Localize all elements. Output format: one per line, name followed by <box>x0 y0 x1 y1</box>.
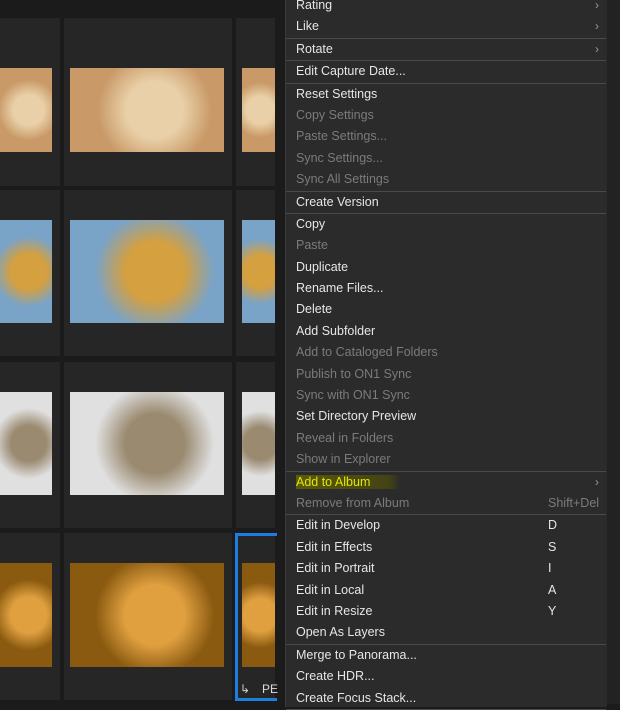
menu-item-delete[interactable]: Delete <box>286 299 607 320</box>
menu-item-set-directory-preview[interactable]: Set Directory Preview <box>286 406 607 427</box>
chevron-right-icon: › <box>595 474 599 489</box>
menu-item-rename-files[interactable]: Rename Files... <box>286 278 607 299</box>
thumbnail-image[interactable] <box>0 68 52 152</box>
context-menu: Rating › Like › Rotate › Edit Capture Date... R… <box>285 0 607 710</box>
menu-item-label: Edit in Develop <box>296 518 381 533</box>
chevron-right-icon: › <box>595 19 599 34</box>
menu-item-label: Reveal in Folders <box>296 430 394 445</box>
menu-item-edit-in-portrait[interactable]: Edit in Portrait I <box>286 558 607 579</box>
menu-item-label: Reset Settings <box>296 86 378 101</box>
menu-item-label: Paste Settings... <box>296 129 388 144</box>
thumbnail-image[interactable] <box>242 392 275 495</box>
menu-item-label: Remove from Album <box>296 495 410 510</box>
menu-item-label: Rotate <box>296 41 333 56</box>
thumbnail-image[interactable] <box>70 563 224 667</box>
selected-thumbnail-border[interactable] <box>235 533 277 701</box>
thumbnail-image[interactable] <box>0 392 52 495</box>
corner-arrow-icon: ↳ <box>240 682 251 696</box>
menu-item-label: Create Focus Stack... <box>296 690 417 705</box>
menu-item-label: Open As Layers <box>296 625 385 640</box>
menu-item-copy[interactable]: Copy <box>286 214 607 235</box>
menu-item-label: Edit in Resize <box>296 603 373 618</box>
menu-item-publish-to-on1-sync: Publish to ON1 Sync <box>286 364 607 385</box>
menu-item-edit-in-resize[interactable]: Edit in Resize Y <box>286 601 607 622</box>
thumbnail-image[interactable] <box>242 220 275 323</box>
thumbnail-image[interactable] <box>70 392 224 495</box>
menu-item-edit-capture-date[interactable]: Edit Capture Date... <box>286 61 607 82</box>
menu-item-like[interactable]: Like › <box>286 16 607 37</box>
menu-item-paste-settings: Paste Settings... <box>286 126 607 147</box>
menu-item-label: Set Directory Preview <box>296 409 417 424</box>
menu-item-add-subfolder[interactable]: Add Subfolder <box>286 321 607 342</box>
menu-item-label: Add Subfolder <box>296 323 376 338</box>
chevron-right-icon: › <box>595 0 599 12</box>
menu-item-show-in-explorer: Show in Explorer <box>286 449 607 470</box>
menu-item-label: Edit Capture Date... <box>296 64 406 79</box>
thumbnail-image[interactable] <box>0 563 52 667</box>
menu-item-label: Show in Explorer <box>296 452 391 467</box>
menu-item-label: Sync Settings... <box>296 150 383 165</box>
shortcut-label: Shift+Del <box>548 495 600 510</box>
thumbnail-image[interactable] <box>242 68 275 152</box>
menu-item-label: Add to Album <box>296 474 401 489</box>
menu-item-label: Duplicate <box>296 259 349 274</box>
menu-item-reveal-in-folders: Reveal in Folders <box>286 428 607 449</box>
menu-item-label: Rating <box>296 0 333 12</box>
menu-item-sync-all-settings: Sync All Settings <box>286 169 607 190</box>
menu-item-create-version[interactable]: Create Version <box>286 192 607 213</box>
menu-item-merge-to-panorama[interactable]: Merge to Panorama... <box>286 645 607 666</box>
thumbnail-image[interactable] <box>70 68 224 152</box>
thumbnail-image[interactable] <box>70 220 224 323</box>
menu-item-label: Add to Cataloged Folders <box>296 345 438 360</box>
chevron-right-icon: › <box>595 41 599 56</box>
menu-item-edit-in-develop[interactable]: Edit in Develop D <box>286 515 607 536</box>
menu-item-label: Edit in Local <box>296 582 365 597</box>
thumbnail-image[interactable] <box>0 220 52 323</box>
shortcut-label: I <box>548 561 552 576</box>
menu-item-label: Delete <box>296 302 333 317</box>
menu-item-paste: Paste <box>286 235 607 256</box>
menu-item-label: Create HDR... <box>296 669 375 684</box>
selected-thumbnail-label: PE <box>262 682 279 696</box>
menu-item-label: Copy Settings <box>296 107 374 122</box>
shortcut-label: S <box>548 539 557 554</box>
menu-item-rating[interactable]: Rating › <box>286 0 607 16</box>
menu-item-sync-with-on1-sync: Sync with ON1 Sync <box>286 385 607 406</box>
menu-item-edit-in-local[interactable]: Edit in Local A <box>286 580 607 601</box>
menu-item-edit-in-effects[interactable]: Edit in Effects S <box>286 537 607 558</box>
menu-item-add-to-cataloged-folders: Add to Cataloged Folders <box>286 342 607 363</box>
menu-item-label: Merge to Panorama... <box>296 647 417 662</box>
shortcut-label: A <box>548 582 557 597</box>
menu-item-sync-settings: Sync Settings... <box>286 148 607 169</box>
menu-item-label: Edit in Effects <box>296 539 373 554</box>
menu-item-label: Copy <box>296 216 326 231</box>
menu-item-label: Create Version <box>296 194 379 209</box>
menu-item-create-hdr[interactable]: Create HDR... <box>286 666 607 687</box>
menu-item-label: Like <box>296 19 319 34</box>
menu-item-label: Paste <box>296 238 328 253</box>
menu-item-remove-from-album: Remove from Album Shift+Del <box>286 493 607 514</box>
menu-item-label: Sync with ON1 Sync <box>296 388 410 403</box>
menu-item-create-focus-stack[interactable]: Create Focus Stack... <box>286 688 607 709</box>
menu-item-open-as-layers[interactable]: Open As Layers <box>286 622 607 643</box>
shortcut-label: D <box>548 518 558 533</box>
menu-item-label: Rename Files... <box>296 281 384 296</box>
menu-item-duplicate[interactable]: Duplicate <box>286 257 607 278</box>
menu-item-add-to-album[interactable]: Add to Album › <box>286 472 607 493</box>
menu-item-label: Edit in Portrait <box>296 561 375 576</box>
menu-item-rotate[interactable]: Rotate › <box>286 39 607 60</box>
menu-item-label: Publish to ON1 Sync <box>296 366 412 381</box>
menu-item-label: Sync All Settings <box>296 172 390 187</box>
menu-item-reset-settings[interactable]: Reset Settings <box>286 84 607 105</box>
shortcut-label: Y <box>548 603 557 618</box>
menu-item-copy-settings: Copy Settings <box>286 105 607 126</box>
right-panel-edge <box>607 0 620 704</box>
